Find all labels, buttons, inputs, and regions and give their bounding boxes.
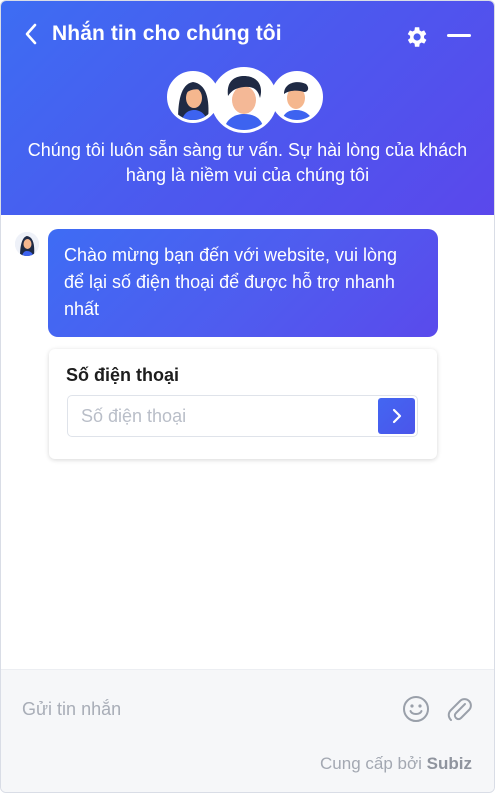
agent-avatar-male-center <box>211 67 277 133</box>
phone-field-wrapper <box>67 395 418 437</box>
minimize-button[interactable] <box>445 23 473 49</box>
powered-by-prefix: Cung cấp bởi <box>320 754 422 773</box>
composer-footer: Cung cấp bởi Subiz <box>1 669 494 792</box>
powered-by: Cung cấp bởi Subiz <box>320 754 472 774</box>
chat-header: Nhắn tin cho chúng tôi Chúng tôi luôn sẵ… <box>1 1 494 215</box>
smiley-icon <box>403 696 429 722</box>
message-input[interactable] <box>11 690 381 728</box>
chat-widget: Nhắn tin cho chúng tôi Chúng tôi luôn sẵ… <box>0 0 495 793</box>
back-button[interactable] <box>17 19 45 49</box>
minus-icon <box>447 34 471 37</box>
emoji-button[interactable] <box>401 694 431 724</box>
greeting-message: Chào mừng bạn đến với website, vui lòng … <box>48 229 438 337</box>
phone-input[interactable] <box>68 396 378 436</box>
attach-button[interactable] <box>444 694 474 724</box>
phone-submit-button[interactable] <box>378 398 415 434</box>
phone-form: Số điện thoại <box>49 349 437 459</box>
header-title: Nhắn tin cho chúng tôi <box>52 22 282 45</box>
phone-label: Số điện thoại <box>66 365 180 385</box>
bot-avatar <box>15 232 39 256</box>
chevron-right-icon <box>392 408 401 424</box>
agent-avatars <box>167 67 327 133</box>
powered-by-brand[interactable]: Subiz <box>427 754 472 773</box>
chevron-left-icon <box>25 23 37 45</box>
gear-icon <box>407 27 427 47</box>
settings-button[interactable] <box>402 23 430 51</box>
agent-avatar-male-right <box>271 71 323 123</box>
header-subtitle: Chúng tôi luôn sẵn sàng tư vấn. Sự hài l… <box>27 140 468 185</box>
paperclip-icon <box>447 698 472 721</box>
